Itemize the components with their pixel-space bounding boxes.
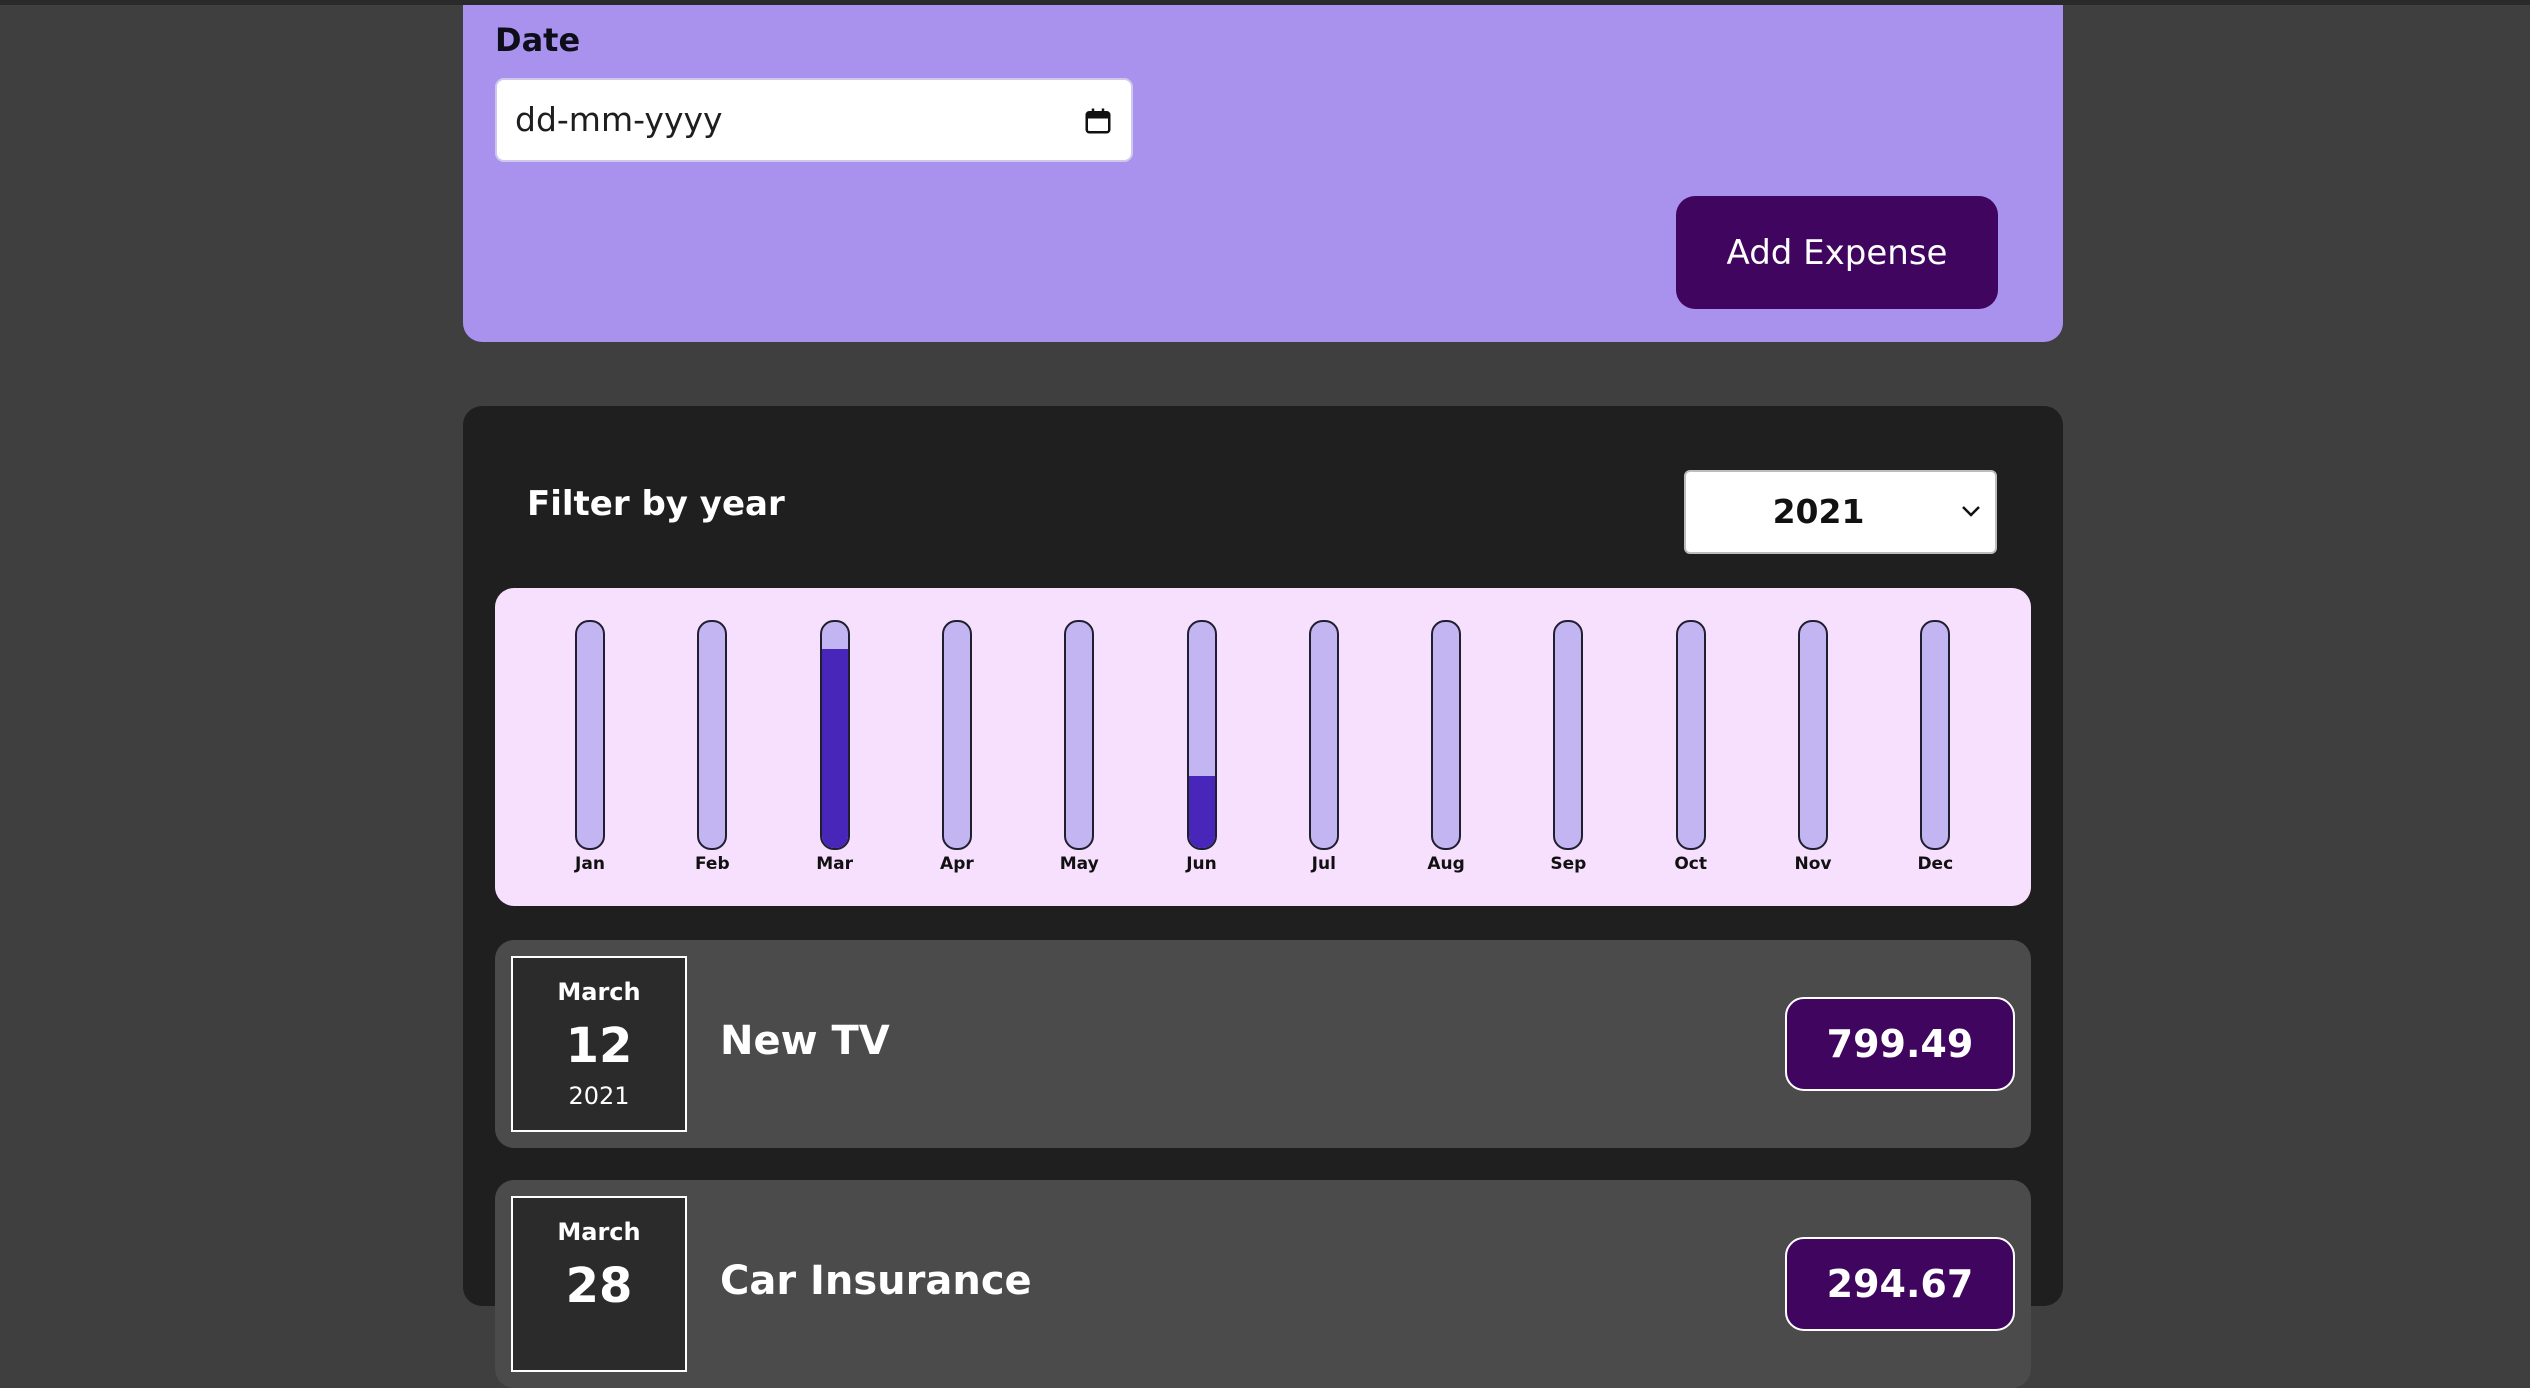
date-placeholder: dd-mm-yyyy — [515, 100, 723, 139]
expense-date: March 28 — [511, 1196, 687, 1372]
expense-month: March — [557, 978, 641, 1006]
chart-bar-nov: Nov — [1783, 588, 1843, 906]
chart-bar-oct: Oct — [1661, 588, 1721, 906]
chart-bar-label: Jun — [1186, 854, 1217, 874]
chart-bar-fill — [821, 649, 848, 848]
expense-item: March 12 2021 New TV 799.49 — [495, 940, 2031, 1148]
expense-amount: 294.67 — [1785, 1237, 2015, 1331]
add-expense-button[interactable]: Add Expense — [1676, 196, 1998, 309]
expense-month: March — [557, 1218, 641, 1246]
year-select[interactable]: 2021 — [1684, 470, 1997, 554]
chart-bar-aug: Aug — [1416, 588, 1476, 906]
expenses-panel: Filter by year 2021 Jan Feb Mar Apr May Jun Ju… — [463, 406, 2063, 1388]
chart-bar-fill — [1188, 775, 1215, 848]
chart-bar-track — [1431, 620, 1462, 850]
filter-label: Filter by year — [527, 484, 785, 524]
new-expense-form: Date dd-mm-yyyy Add Expense — [463, 5, 2063, 342]
chart-bar-label: Aug — [1427, 854, 1465, 874]
chart-bar-label: Jul — [1311, 854, 1336, 874]
chart-bar-sep: Sep — [1538, 588, 1598, 906]
chart-bar-track — [697, 620, 728, 850]
chart-bar-apr: Apr — [927, 588, 987, 906]
chart-bar-track — [819, 620, 850, 850]
expense-title: Car Insurance — [720, 1258, 1032, 1304]
chart-bar-track — [1064, 620, 1095, 850]
chart-bar-track — [1308, 620, 1339, 850]
chart-bar-mar: Mar — [805, 588, 865, 906]
chart-bar-track — [1553, 620, 1584, 850]
chevron-down-icon — [1962, 506, 1980, 517]
chart-bar-jun: Jun — [1172, 588, 1232, 906]
chart-bar-dec: Dec — [1905, 588, 1965, 906]
chart-bar-label: May — [1059, 854, 1099, 874]
date-input[interactable]: dd-mm-yyyy — [495, 78, 1133, 162]
expense-year: 2021 — [568, 1082, 630, 1110]
expense-day: 28 — [565, 1258, 633, 1314]
chart-bar-jan: Jan — [560, 588, 620, 906]
expense-day: 12 — [565, 1018, 633, 1074]
expense-item: March 28 Car Insurance 294.67 — [495, 1180, 2031, 1388]
chart-bar-label: Feb — [694, 854, 730, 874]
chart-bar-label: Sep — [1550, 854, 1587, 874]
date-label: Date — [495, 21, 581, 59]
chart-bar-label: Nov — [1794, 854, 1832, 874]
expense-date: March 12 2021 — [511, 956, 687, 1132]
chart-bar-label: Apr — [940, 854, 974, 874]
chart-bar-label: Mar — [816, 854, 853, 874]
chart-bar-track — [1186, 620, 1217, 850]
calendar-icon[interactable] — [1083, 106, 1113, 136]
chart-bar-track — [1675, 620, 1706, 850]
chart-bar-track — [941, 620, 972, 850]
chart-bar-jul: Jul — [1294, 588, 1354, 906]
expense-title: New TV — [720, 1018, 890, 1064]
chart-bar-may: May — [1049, 588, 1109, 906]
chart-bar-track — [575, 620, 605, 850]
chart-bar-label: Jan — [575, 854, 605, 874]
expense-amount: 799.49 — [1785, 997, 2015, 1091]
chart-bar-track — [1798, 620, 1828, 850]
chart-bar-feb: Feb — [682, 588, 742, 906]
expenses-chart: Jan Feb Mar Apr May Jun Jul Aug Sep Oct Nov Dec — [495, 588, 2031, 906]
chart-bar-track — [1920, 620, 1951, 850]
year-select-value: 2021 — [1772, 492, 1865, 531]
chart-bar-label: Dec — [1917, 854, 1954, 874]
chart-bar-label: Oct — [1674, 854, 1708, 874]
